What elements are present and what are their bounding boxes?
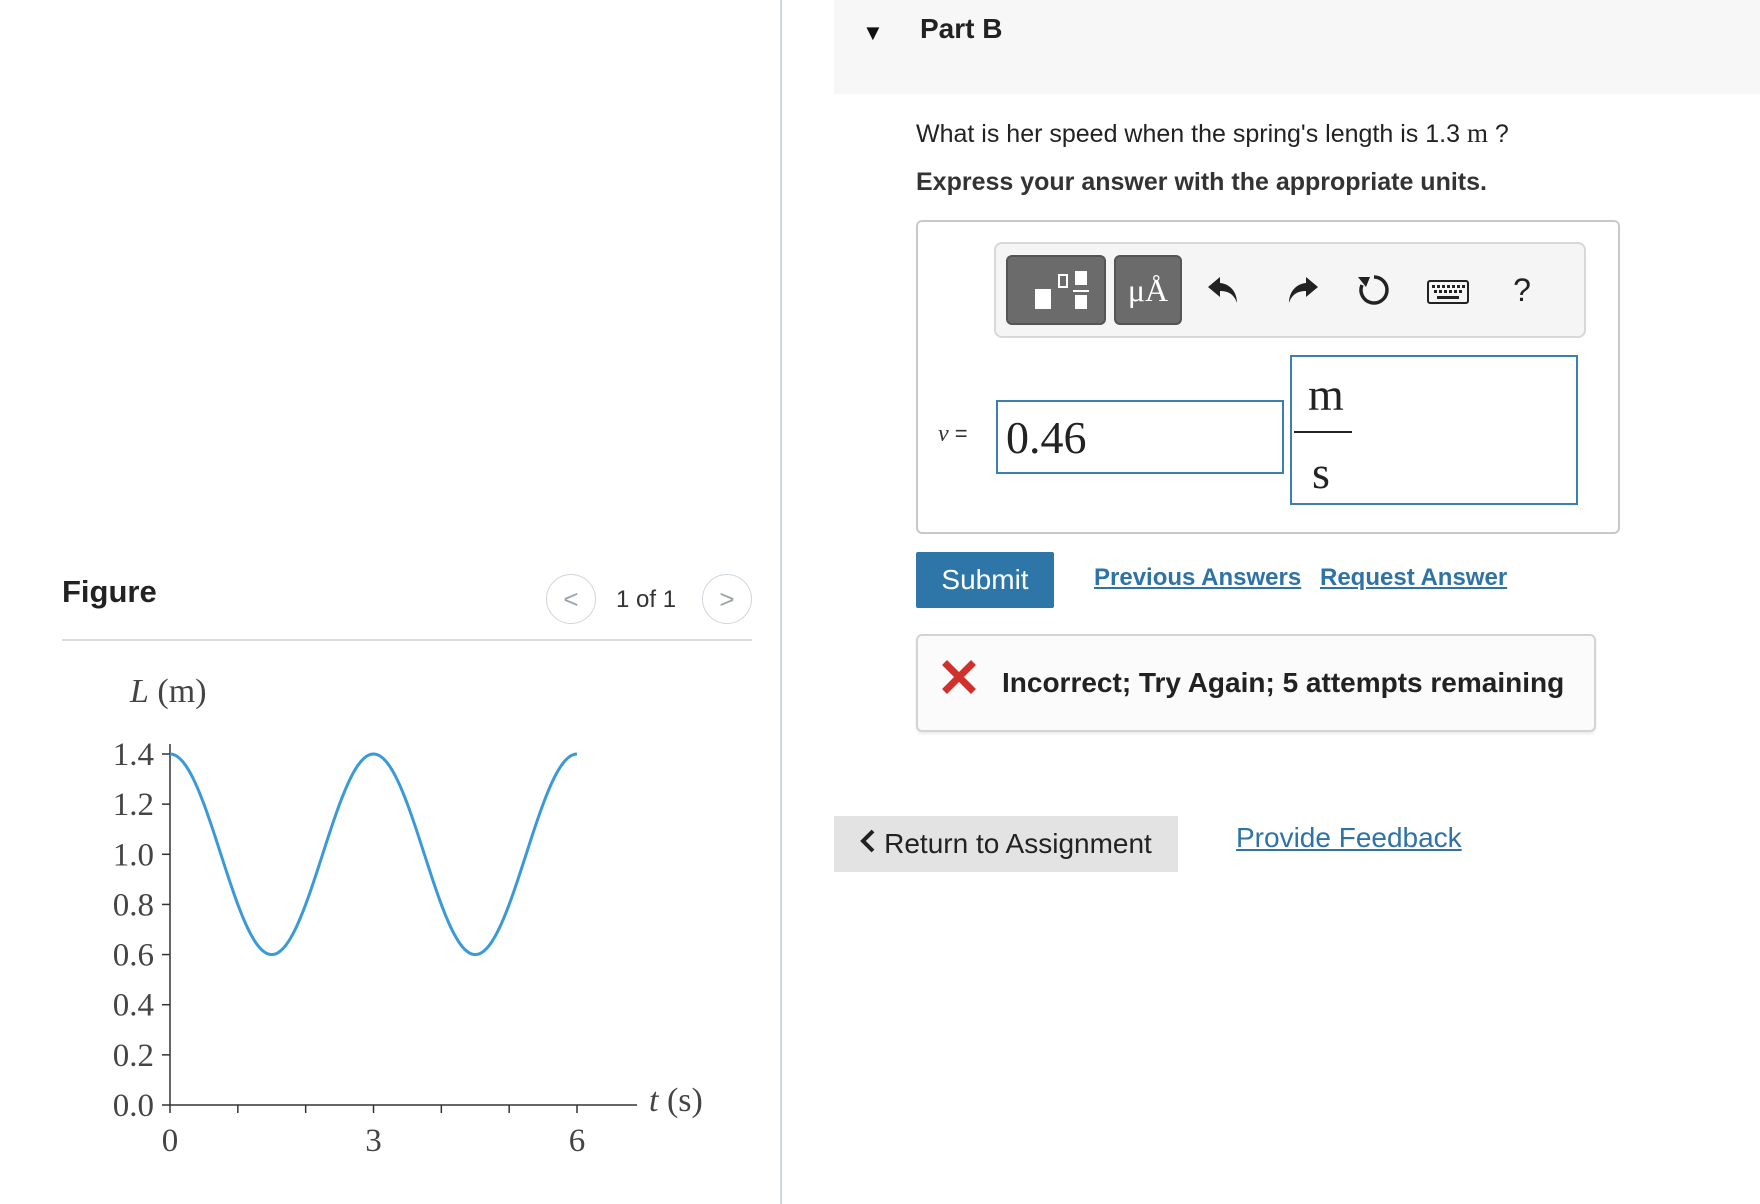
figure-divider [62, 639, 752, 641]
chevron-left-icon: < [563, 583, 579, 614]
reset-icon[interactable] [1352, 268, 1396, 312]
request-answer-link[interactable]: Request Answer [1320, 564, 1507, 592]
fraction-bar [1294, 431, 1352, 433]
y-axis-label: L (m) [129, 673, 207, 710]
y-tick-label: 1.4 [113, 737, 154, 773]
y-tick-label: 0.8 [113, 887, 154, 923]
question-unit: m [1466, 118, 1488, 148]
unit-denominator[interactable]: s [1312, 446, 1330, 499]
figure-pager: 1 of 1 [616, 586, 677, 613]
return-to-assignment-button[interactable]: Return to Assignment [834, 816, 1178, 872]
feedback-message: Incorrect; Try Again; 5 attempts remaini… [1002, 667, 1565, 698]
question-prefix: What is her speed when the spring's leng… [916, 120, 1460, 148]
y-tick-label: 0.2 [113, 1038, 154, 1074]
x-tick-label: 0 [162, 1123, 179, 1159]
figure-prev-button[interactable]: < [546, 574, 596, 624]
value-input[interactable]: 0.46 [996, 400, 1284, 474]
templates-icon [1035, 271, 1089, 309]
previous-answers-link[interactable]: Previous Answers [1094, 564, 1301, 592]
y-tick-label: 1.0 [113, 837, 154, 873]
units-button[interactable]: μÅ [1114, 255, 1182, 325]
chevron-left-icon [860, 828, 876, 860]
part-title: Part B [920, 13, 1003, 44]
chevron-right-icon: > [719, 583, 735, 614]
y-tick-label: 0.4 [113, 988, 154, 1024]
redo-icon[interactable] [1280, 270, 1324, 310]
panel-divider [780, 0, 782, 1204]
y-tick-label: 0.6 [113, 938, 154, 974]
undo-icon[interactable] [1202, 270, 1246, 310]
y-tick-label: 0.0 [113, 1088, 154, 1124]
x-tick-label: 6 [569, 1123, 586, 1159]
equals-sign: = [954, 421, 968, 446]
x-tick-label: 3 [365, 1123, 382, 1159]
templates-button[interactable] [1006, 255, 1106, 325]
help-button[interactable]: ? [1504, 268, 1540, 312]
submit-button[interactable]: Submit [916, 552, 1054, 608]
error-x-icon [942, 660, 976, 699]
provide-feedback-link[interactable]: Provide Feedback [1236, 822, 1462, 854]
figure-chart: 1.4 1.2 1.0 0.8 0.6 0.4 0.2 0.00 3 6 L (m) t (s) [113, 673, 703, 1159]
question-suffix: ? [1494, 120, 1509, 148]
instruction-text: Express your answer with the appropriate… [916, 168, 1487, 196]
unit-numerator[interactable]: m [1308, 368, 1344, 421]
keyboard-icon[interactable] [1424, 276, 1472, 308]
figure-title: Figure [62, 574, 157, 609]
series-line [169, 752, 578, 957]
question-text: What is her speed when the spring's leng… [916, 118, 1509, 149]
caret-down-icon[interactable]: ▼ [862, 20, 884, 46]
figure-next-button[interactable]: > [702, 574, 752, 624]
variable-symbol: v [938, 421, 949, 447]
variable-label: v = [938, 421, 968, 448]
x-axis-label: t (s) [649, 1082, 703, 1119]
y-tick-label: 1.2 [113, 787, 154, 823]
return-label: Return to Assignment [884, 828, 1152, 859]
